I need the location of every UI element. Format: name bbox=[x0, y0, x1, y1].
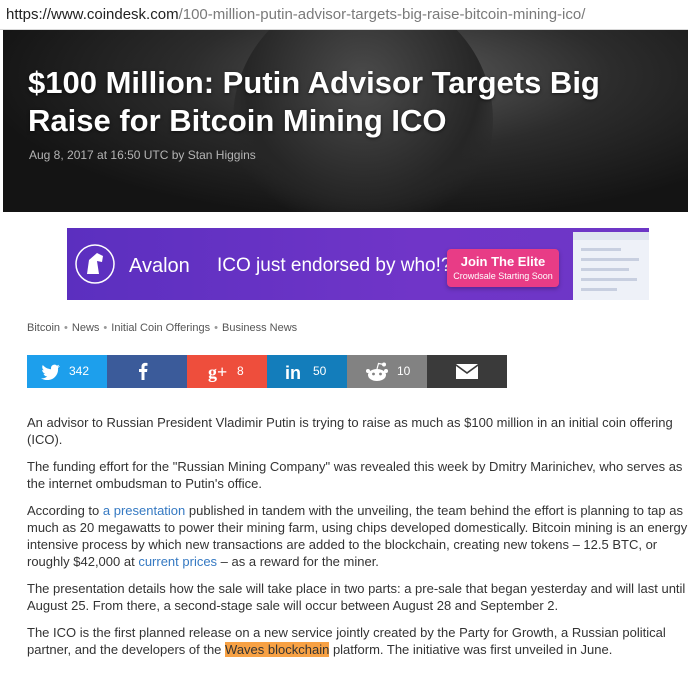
article-body: An advisor to Russian President Vladimir… bbox=[27, 414, 688, 668]
article-paragraph: The presentation details how the sale wi… bbox=[27, 581, 686, 613]
twitter-share-button[interactable]: 342 bbox=[27, 355, 107, 388]
article-paragraph: The funding effort for the "Russian Mini… bbox=[27, 459, 683, 491]
reddit-share-count: 10 bbox=[397, 364, 411, 378]
breadcrumb-item[interactable]: Bitcoin bbox=[27, 322, 60, 334]
breadcrumb-item[interactable]: Initial Coin Offerings bbox=[111, 322, 210, 334]
article-hero: $100 Million: Putin Advisor Targets Big … bbox=[3, 30, 688, 212]
url-path: /100-million-putin-advisor-targets-big-r… bbox=[178, 6, 586, 23]
article-paragraph: The ICO is the first planned release on … bbox=[27, 625, 666, 657]
svg-text:g+: g+ bbox=[208, 362, 227, 382]
reddit-share-button[interactable]: 10 bbox=[347, 355, 427, 388]
breadcrumb-item[interactable]: Business News bbox=[222, 322, 297, 334]
article-paragraph: According to a presentation published in… bbox=[27, 503, 688, 569]
advertisement-banner[interactable]: Avalon ICO just endorsed by who!? Join T… bbox=[67, 228, 649, 300]
address-bar[interactable]: https://www.coindesk.com/100-million-put… bbox=[0, 0, 688, 30]
linkedin-share-count: 50 bbox=[313, 364, 327, 378]
reddit-icon bbox=[366, 362, 388, 381]
mail-icon bbox=[456, 364, 478, 379]
article-paragraph: An advisor to Russian President Vladimir… bbox=[27, 415, 673, 447]
horse-logo-icon bbox=[75, 244, 115, 284]
current-prices-link[interactable]: current prices bbox=[138, 554, 217, 569]
ad-screenshot-graphic bbox=[573, 232, 649, 300]
ad-button-sublabel: Crowdsale Starting Soon bbox=[453, 271, 553, 281]
ad-button-label: Join The Elite bbox=[460, 254, 546, 269]
linkedin-icon: in bbox=[285, 363, 301, 381]
linkedin-share-button[interactable]: in 50 bbox=[267, 355, 347, 388]
presentation-link[interactable]: a presentation bbox=[103, 503, 185, 518]
facebook-icon bbox=[139, 362, 148, 380]
url-host: https://www.coindesk.com bbox=[6, 6, 179, 23]
join-the-elite-button[interactable]: Join The Elite Crowdsale Starting Soon bbox=[447, 249, 559, 287]
highlighted-text: Waves blockchain bbox=[225, 642, 330, 657]
svg-text:in: in bbox=[285, 363, 301, 381]
google-plus-share-count: 8 bbox=[237, 364, 244, 378]
article-byline: Aug 8, 2017 at 16:50 UTC by Stan Higgins bbox=[29, 148, 256, 162]
breadcrumb: Bitcoin • News • Initial Coin Offerings • Busi… bbox=[27, 322, 298, 334]
twitter-icon bbox=[41, 364, 60, 380]
ad-tagline: ICO just endorsed by who!? bbox=[217, 255, 452, 276]
ad-brand: Avalon bbox=[129, 255, 190, 277]
email-share-button[interactable] bbox=[427, 355, 507, 388]
facebook-share-button[interactable] bbox=[107, 355, 187, 388]
article-title: $100 Million: Putin Advisor Targets Big … bbox=[28, 65, 600, 138]
google-plus-share-button[interactable]: g+ 8 bbox=[187, 355, 267, 388]
breadcrumb-item[interactable]: News bbox=[72, 322, 100, 334]
twitter-share-count: 342 bbox=[69, 364, 90, 378]
google-plus-icon: g+ bbox=[208, 362, 227, 382]
